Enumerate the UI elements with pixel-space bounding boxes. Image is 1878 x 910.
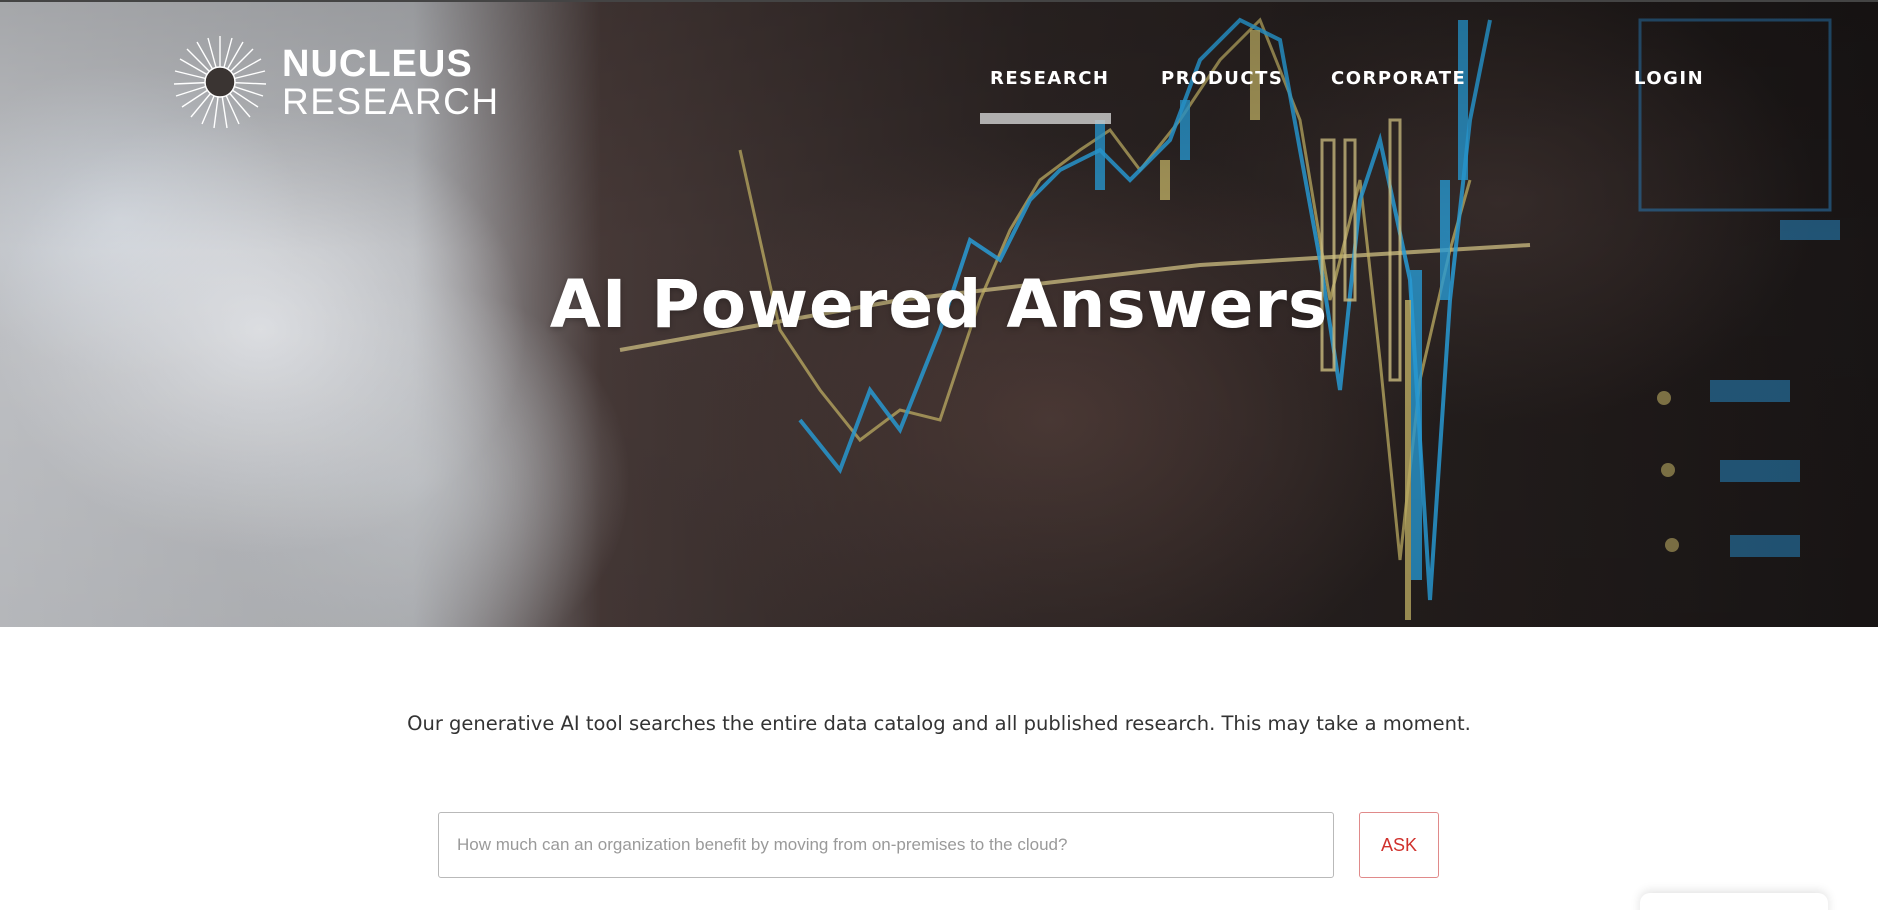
chat-widget-tab[interactable] <box>1640 893 1828 910</box>
top-border <box>0 0 1878 2</box>
nav-corporate[interactable]: CORPORATE <box>1331 68 1466 89</box>
ask-button[interactable]: ASK <box>1359 812 1439 878</box>
nav-active-indicator <box>980 113 1111 124</box>
intro-text: Our generative AI tool searches the enti… <box>407 712 1471 735</box>
question-input[interactable] <box>438 812 1334 878</box>
page-title: AI Powered Answers <box>549 266 1329 343</box>
nav-products[interactable]: PRODUCTS <box>1161 68 1283 89</box>
hero-banner: NUCLEUS RESEARCH RESEARCH PRODUCTS CORPO… <box>0 0 1878 627</box>
nav-login[interactable]: LOGIN <box>1634 68 1704 89</box>
nav-research[interactable]: RESEARCH <box>990 68 1109 89</box>
main-nav: RESEARCH PRODUCTS CORPORATE LOGIN <box>0 68 1878 108</box>
